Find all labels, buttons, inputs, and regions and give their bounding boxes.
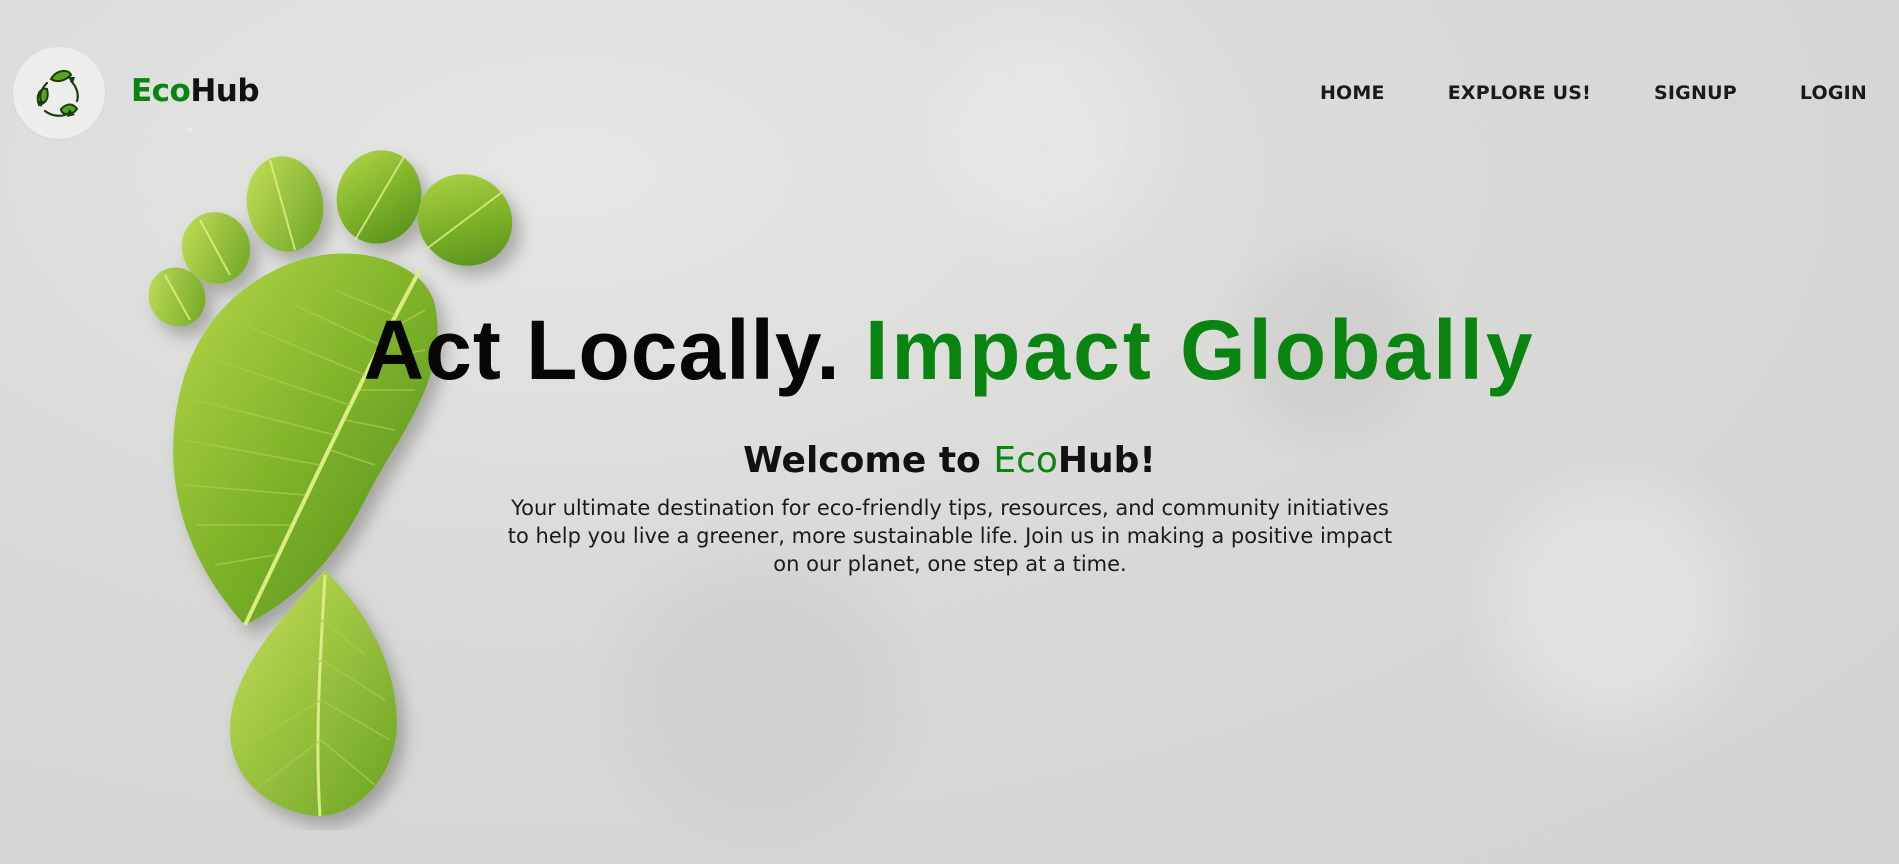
hero-title-part1: Act Locally. bbox=[363, 303, 841, 397]
nav-login-link[interactable]: LOGIN bbox=[1800, 82, 1867, 104]
nav-signup-link[interactable]: SIGNUP bbox=[1654, 82, 1737, 104]
nav-home-link[interactable]: HOME bbox=[1320, 82, 1385, 104]
leaf-footprint-image bbox=[148, 150, 513, 817]
toe-leaf-3 bbox=[246, 156, 324, 252]
brand-prefix: Eco bbox=[131, 73, 191, 109]
main-nav: HOME EXPLORE US! SIGNUP LOGIN bbox=[1320, 82, 1867, 104]
welcome-heading: Welcome to EcoHub! bbox=[0, 440, 1899, 481]
welcome-eco: Eco bbox=[993, 440, 1058, 481]
logo[interactable] bbox=[13, 47, 105, 139]
brand-suffix: Hub bbox=[190, 73, 260, 109]
brand-name[interactable]: EcoHub bbox=[131, 73, 260, 109]
hero-title-part2: Impact Globally bbox=[865, 303, 1536, 397]
welcome-suffix: Hub! bbox=[1057, 440, 1156, 481]
hero-description: Your ultimate destination for eco-friend… bbox=[507, 496, 1393, 576]
toe-leaf-4 bbox=[336, 150, 422, 244]
welcome-prefix: Welcome to bbox=[743, 440, 994, 481]
nav-explore-link[interactable]: EXPLORE US! bbox=[1448, 82, 1591, 104]
hero-title: Act Locally. Impact Globally bbox=[0, 308, 1899, 392]
recycle-leaves-icon bbox=[36, 69, 79, 117]
